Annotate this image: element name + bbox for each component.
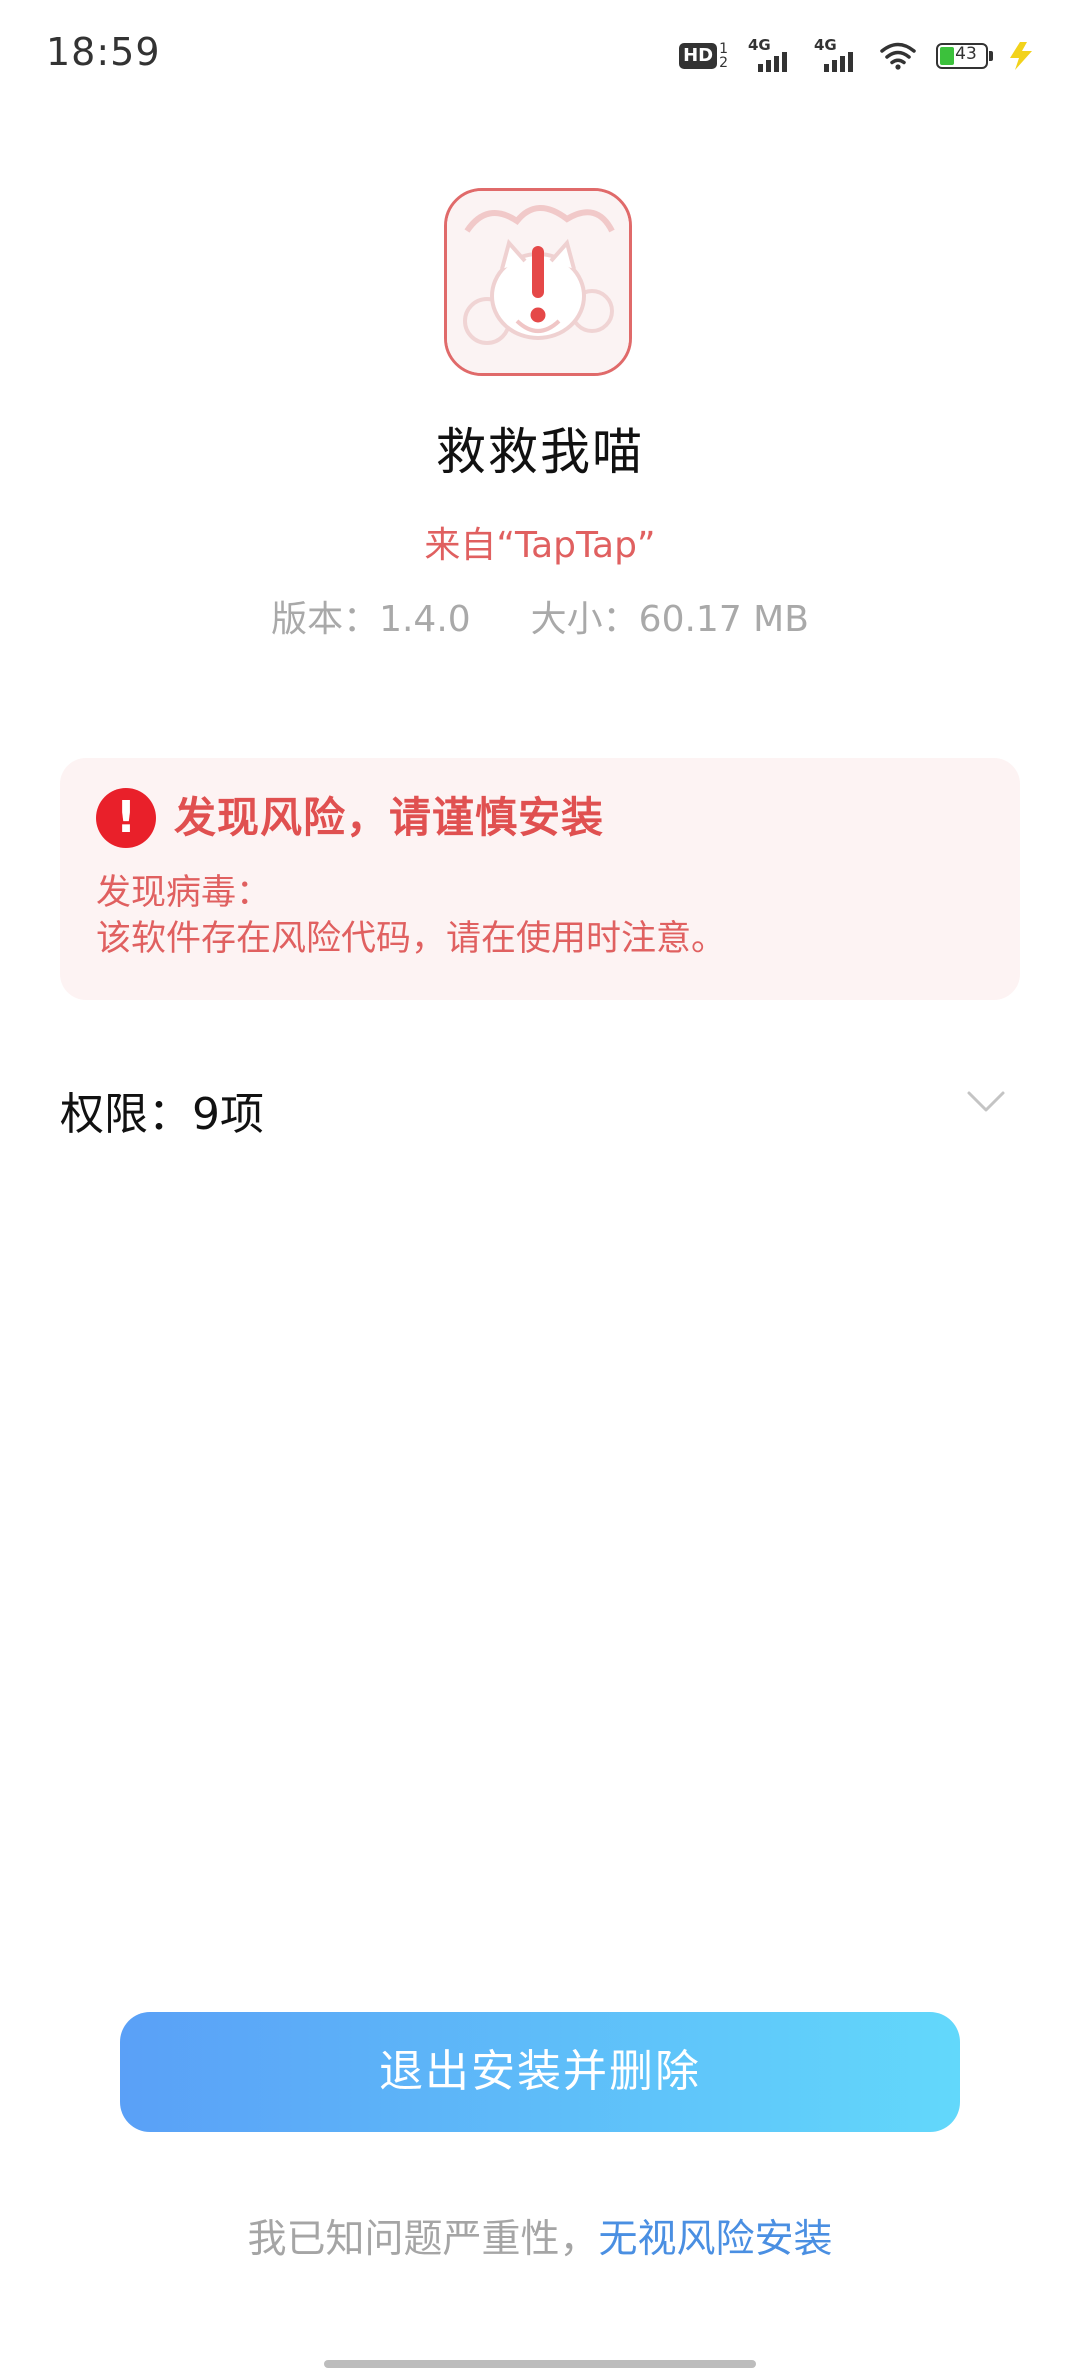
signal-icon: 4G (748, 36, 794, 74)
app-meta: 版本：1.4.0 大小：60.17 MB (0, 590, 1080, 642)
footer-prefix: 我已知问题严重性， (247, 2217, 599, 2262)
wifi-icon (880, 42, 916, 70)
hd-label: HD (679, 43, 718, 69)
home-indicator[interactable] (324, 2360, 756, 2368)
risk-title: 发现风险，请谨慎安装 (174, 793, 605, 842)
footer-line: 我已知问题严重性，无视风险安装 (0, 2208, 1080, 2264)
battery-level: 43 (955, 44, 977, 64)
status-bar: 18:59 HD 1 2 4G 4G 43 (0, 0, 1080, 110)
hd-digits: 1 2 (719, 42, 728, 70)
signal-icon: 4G (814, 36, 860, 74)
app-source: 来自“TapTap” (424, 525, 656, 566)
signal-bars (758, 52, 787, 72)
ignore-risk-install-link[interactable]: 无视风险安装 (599, 2217, 833, 2262)
hd-digit-top: 1 (719, 41, 728, 57)
status-icons: HD 1 2 4G 4G 43 (679, 36, 1034, 76)
charging-icon (1010, 42, 1032, 70)
app-version: 版本：1.4.0 (271, 599, 471, 640)
permissions-row[interactable]: 权限：9项 (60, 1072, 1020, 1142)
install-risk-screen: 18:59 HD 1 2 4G 4G 43 救救我喵 来自“TapTap” 版本… (0, 0, 1080, 2376)
app-size: 大小：60.17 MB (530, 599, 809, 640)
hd-icon: HD 1 2 (679, 42, 728, 70)
app-icon (444, 188, 632, 376)
app-name: 救救我喵 (436, 423, 644, 481)
signal-bars (824, 52, 853, 72)
risk-warning-card: ! 发现风险，请谨慎安装 发现病毒： 该软件存在风险代码，请在使用时注意。 (60, 758, 1020, 1000)
exit-and-delete-button[interactable]: 退出安装并删除 (120, 2012, 960, 2132)
warning-cat-icon (447, 191, 629, 373)
hd-digit-bottom: 2 (719, 55, 728, 71)
permissions-label: 权限：9项 (60, 1089, 264, 1140)
risk-description: 该软件存在风险代码，请在使用时注意。 (96, 919, 727, 959)
chevron-down-icon (967, 1091, 1005, 1112)
status-time: 18:59 (46, 30, 161, 74)
risk-label: 发现病毒： (96, 873, 272, 913)
warning-icon: ! (96, 788, 156, 848)
battery-icon: 43 (936, 43, 993, 69)
